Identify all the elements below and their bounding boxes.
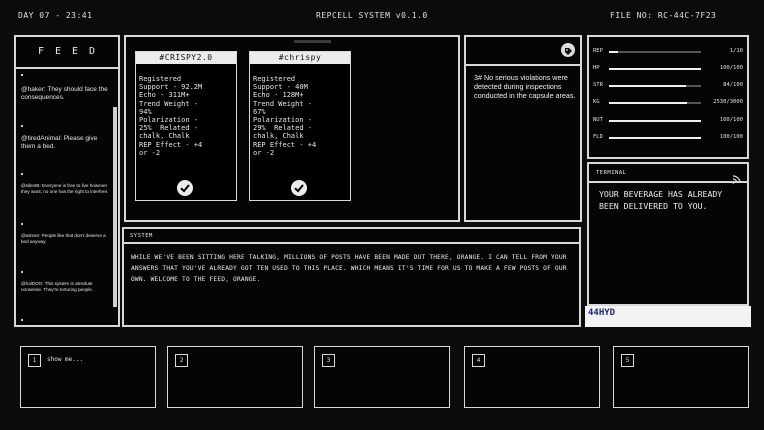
terminal-code-input[interactable]: 44HYD (585, 306, 751, 327)
stat-label: HP (593, 65, 600, 71)
post-title: #CRISPY2.0 (136, 52, 236, 64)
stat-bar (609, 85, 701, 87)
feed-message[interactable]: @tiredAnimal: Please give them a bed. (21, 135, 109, 151)
feed-divider (16, 67, 118, 69)
stat-fill (609, 85, 687, 87)
stat-hp: HP 100/100 (589, 64, 747, 74)
stat-value: 1/10 (729, 48, 743, 54)
stat-str: STR 84/100 (589, 81, 747, 91)
post-title: #chrispy (250, 52, 350, 64)
feed-message[interactable]: @haker: They should face the consequence… (21, 86, 109, 102)
stats-panel: REP 1/10 HP 100/100 STR 84/100 KG 2530/3… (587, 35, 749, 159)
feed-bullet (21, 319, 23, 321)
check-icon[interactable] (177, 180, 193, 196)
system-panel-title: SYSTEM (130, 233, 153, 239)
system-message: WHILE WE'VE BEEN SITTING HERE TALKING, M… (131, 254, 567, 283)
file-number: FILE NO: RC-44C-7F23 (610, 11, 717, 20)
feed-message[interactable]: @winner: People like that don't deserve … (21, 233, 109, 244)
tag-icon (561, 43, 575, 57)
feed-message[interactable]: @halDOG: This system is absolute nonsens… (21, 281, 109, 292)
inspection-report: 3# No serious violations were detected d… (474, 73, 576, 101)
system-panel: SYSTEM WHILE WE'VE BEEN SITTING HERE TAL… (122, 227, 581, 327)
stat-bar (609, 51, 701, 53)
slot-number: 3 (322, 354, 335, 367)
stat-fld: FLD 100/100 (589, 133, 747, 143)
feed-scrollbar[interactable] (113, 107, 117, 307)
stat-fill (609, 68, 701, 70)
stat-label: FLD (593, 134, 603, 140)
answer-slot-1[interactable]: 1 show me... (20, 346, 156, 408)
feed-title: FEED (37, 46, 107, 57)
slot-number: 1 (28, 354, 41, 367)
stat-label: KG (593, 99, 600, 105)
answer-slot-5[interactable]: 5 (613, 346, 749, 408)
slot-number: 2 (175, 354, 188, 367)
stat-nut: NUT 100/100 (589, 116, 747, 126)
feed-message[interactable]: @silentB: Everyone is free to live howev… (21, 183, 109, 194)
stat-fill (609, 120, 701, 122)
stat-fill (609, 102, 687, 104)
stat-value: 100/100 (719, 134, 743, 140)
day-clock: DAY 07 - 23:41 (18, 11, 93, 20)
stat-bar (609, 102, 701, 104)
stat-bar (609, 120, 701, 122)
answer-slot-2[interactable]: 2 (167, 346, 303, 408)
rss-icon (732, 169, 741, 188)
post-card[interactable]: #CRISPY2.0 Registered Support - 92.2M Ec… (135, 51, 237, 201)
terminal-message: YOUR BEVERAGE HAS ALREADY BEEN DELIVERED… (599, 189, 723, 211)
stat-fill (609, 137, 701, 139)
stat-label: NUT (593, 117, 603, 123)
feed-bullet (21, 173, 23, 175)
feed-bullet (21, 271, 23, 273)
post-stats: Registered Support - 40M Echo - 128M+ Tr… (253, 75, 317, 157)
check-icon[interactable] (291, 180, 307, 196)
system-title: REPCELL SYSTEM v0.1.0 (316, 11, 428, 20)
terminal-title: TERMINAL (596, 170, 627, 176)
stat-kg: KG 2530/3000 (589, 98, 747, 108)
feed-bullet (21, 125, 23, 127)
feed-panel: FEED @haker: They should face the conseq… (14, 35, 120, 327)
answer-slot-4[interactable]: 4 (464, 346, 600, 408)
stat-label: REP (593, 48, 603, 54)
stat-value: 100/100 (719, 117, 743, 123)
posts-panel: #CRISPY2.0 Registered Support - 92.2M Ec… (124, 35, 460, 222)
slot-number: 5 (621, 354, 634, 367)
terminal-divider (589, 181, 747, 183)
slot-number: 4 (472, 354, 485, 367)
top-bar: DAY 07 - 23:41 REPCELL SYSTEM v0.1.0 FIL… (0, 0, 764, 30)
stat-fill (609, 51, 619, 53)
slot-label: show me... (47, 356, 84, 363)
posts-tab-indicator (294, 40, 331, 43)
post-card[interactable]: #chrispy Registered Support - 40M Echo -… (249, 51, 351, 201)
stat-value: 2530/3000 (713, 99, 743, 105)
stat-bar (609, 137, 701, 139)
post-stats: Registered Support - 92.2M Echo - 311M+ … (139, 75, 203, 157)
stat-label: STR (593, 82, 603, 88)
stat-value: 100/100 (719, 65, 743, 71)
system-divider (124, 242, 579, 244)
inspection-divider (466, 64, 580, 66)
stat-rep: REP 1/10 (589, 47, 747, 57)
answer-slot-3[interactable]: 3 (314, 346, 450, 408)
stat-bar (609, 68, 701, 70)
feed-bullet (21, 74, 23, 76)
stat-value: 84/100 (723, 82, 743, 88)
feed-bullet (21, 223, 23, 225)
inspection-panel: 3# No serious violations were detected d… (464, 35, 582, 222)
terminal-panel: TERMINAL YOUR BEVERAGE HAS ALREADY BEEN … (587, 162, 749, 306)
